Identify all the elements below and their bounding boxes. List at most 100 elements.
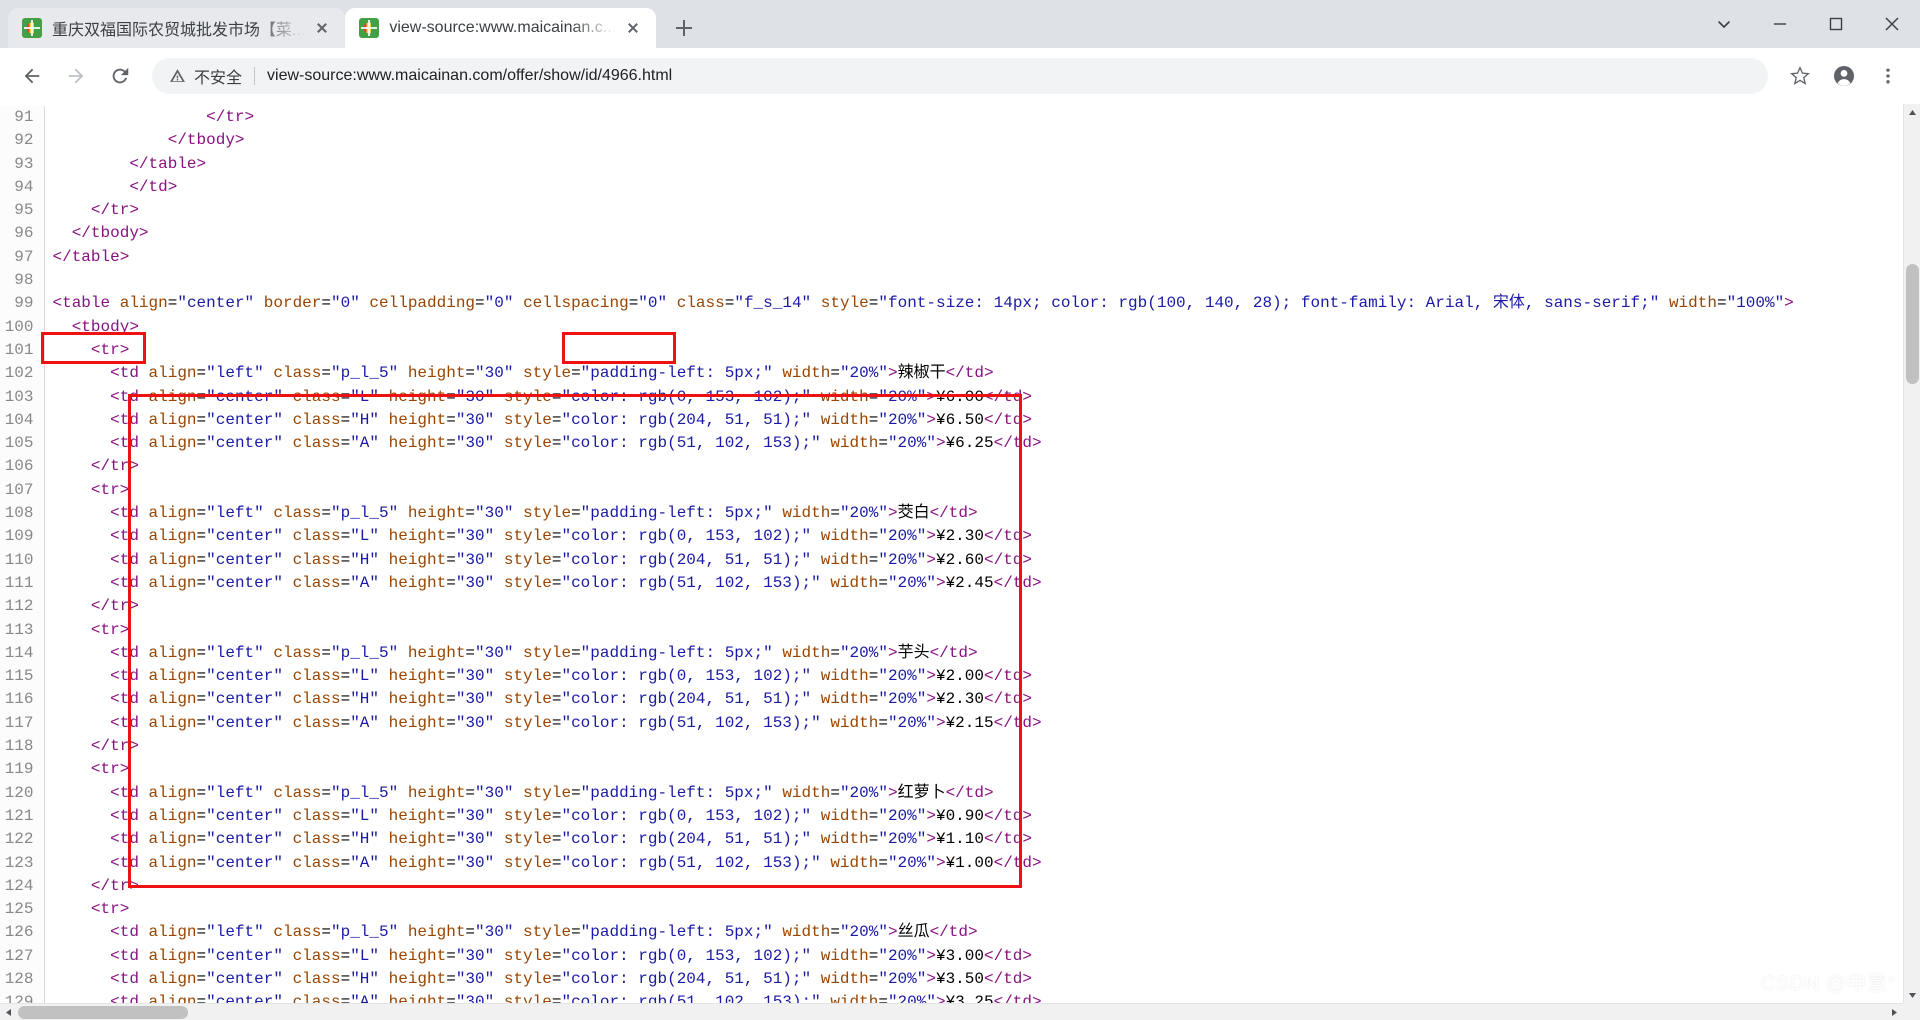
code-token-tx: =: [196, 504, 207, 523]
line-content[interactable]: <td align="center" class="H" height="30"…: [44, 828, 1794, 851]
line-content[interactable]: </table>: [44, 246, 1794, 269]
line-content[interactable]: <td align="center" class="L" height="30"…: [44, 945, 1794, 968]
code-token-at: height: [388, 667, 447, 686]
code-token-at: align: [148, 713, 197, 732]
code-token-at: width: [830, 434, 879, 453]
minimize-icon[interactable]: [1752, 0, 1808, 48]
line-content[interactable]: <td align="left" class="p_l_5" height="3…: [44, 782, 1794, 805]
url-text[interactable]: view-source:www.maicainan.com/offer/show…: [267, 67, 672, 85]
line-content[interactable]: <tr>: [44, 339, 1794, 362]
code-token-tx: [53, 690, 111, 708]
line-content[interactable]: </tr>: [44, 595, 1794, 618]
horizontal-scroll-thumb[interactable]: [18, 1006, 188, 1019]
line-content[interactable]: [44, 269, 1794, 292]
code-token-tg: >: [935, 713, 946, 732]
line-number: 106: [0, 455, 45, 479]
line-content[interactable]: <td align="center" class="H" height="30"…: [44, 549, 1794, 572]
line-content[interactable]: </table>: [44, 153, 1794, 176]
line-content[interactable]: <td align="center" class="A" height="30"…: [44, 432, 1794, 455]
browser-tab-1[interactable]: 重庆双福国际农贸城批发市场【菜...: [8, 8, 346, 48]
code-token-at: align: [148, 830, 197, 849]
scroll-right-arrow-icon[interactable]: [1886, 1004, 1903, 1020]
code-token-av: "30": [475, 783, 514, 802]
line-content[interactable]: <table align="center" border="0" cellpad…: [44, 292, 1794, 315]
line-content[interactable]: <tbody>: [44, 316, 1794, 339]
code-token-tx: =: [340, 550, 351, 569]
code-token-av: "30": [455, 690, 495, 709]
line-content[interactable]: <tr>: [44, 619, 1794, 642]
line-content[interactable]: <td align="left" class="p_l_5" height="3…: [44, 642, 1794, 665]
line-number: 122: [0, 828, 45, 852]
line-content[interactable]: </tbody>: [44, 129, 1794, 152]
line-content[interactable]: <td align="center" class="L" height="30"…: [44, 805, 1794, 828]
forward-arrow-icon[interactable]: [56, 56, 96, 96]
line-content[interactable]: </tr>: [44, 875, 1794, 898]
line-content[interactable]: </tr>: [44, 106, 1794, 129]
maximize-icon[interactable]: [1808, 0, 1864, 48]
site-favicon-icon: [359, 18, 380, 38]
code-token-av: "H": [350, 690, 379, 709]
line-content[interactable]: <td align="center" class="L" height="30"…: [44, 525, 1794, 548]
line-content[interactable]: <td align="center" class="H" height="30"…: [44, 688, 1794, 711]
profile-icon[interactable]: [1824, 56, 1864, 96]
code-token-tg: <td: [110, 434, 149, 453]
browser-tab-2[interactable]: view-source:www.maicainan.c...: [345, 8, 657, 48]
line-content[interactable]: </tr>: [44, 455, 1794, 478]
code-token-av: "30": [455, 387, 495, 406]
line-content[interactable]: <tr>: [44, 758, 1794, 781]
code-token-tg: </td>: [983, 946, 1032, 965]
vertical-scrollbar[interactable]: [1903, 104, 1920, 1004]
line-content[interactable]: <td align="center" class="A" height="30"…: [44, 991, 1794, 1003]
line-content[interactable]: <td align="center" class="A" height="30"…: [44, 572, 1794, 595]
vertical-scroll-thumb[interactable]: [1906, 264, 1919, 384]
line-content[interactable]: <tr>: [44, 898, 1794, 921]
code-token-av: "center": [206, 527, 283, 546]
scroll-left-arrow-icon[interactable]: [0, 1004, 17, 1020]
address-bar[interactable]: 不安全 view-source:www.maicainan.com/offer/…: [152, 57, 1768, 94]
browser-toolbar: 不安全 view-source:www.maicainan.com/offer/…: [0, 48, 1920, 104]
scroll-up-arrow-icon[interactable]: [1904, 104, 1920, 121]
code-token-av: "30": [475, 364, 514, 383]
scroll-down-arrow-icon[interactable]: [1904, 987, 1920, 1004]
line-content[interactable]: </tr>: [44, 735, 1794, 758]
line-content[interactable]: <td align="left" class="p_l_5" height="3…: [44, 362, 1794, 385]
line-content[interactable]: <td align="center" class="H" height="30"…: [44, 968, 1794, 991]
back-arrow-icon[interactable]: [12, 56, 52, 96]
tab-search-chevron-down-icon[interactable]: [1696, 0, 1752, 48]
code-token-at: height: [388, 806, 447, 825]
code-token-at: style: [503, 853, 552, 872]
view-source-page: 91 </tr> 92 </tbody> 93 </table> 94 </td> 95…: [0, 104, 1920, 1020]
code-token-av: "20%": [878, 946, 927, 965]
line-content[interactable]: </tr>: [44, 199, 1794, 222]
code-token-tx: =: [196, 830, 207, 849]
code-token-tx: [513, 784, 523, 802]
code-token-av: "0": [330, 294, 360, 313]
source-code-area[interactable]: 91 </tr> 92 </tbody> 93 </table> 94 </td> 95…: [0, 104, 1903, 1003]
horizontal-scrollbar[interactable]: [0, 1003, 1903, 1020]
line-content[interactable]: <td align="left" class="p_l_5" height="3…: [44, 921, 1794, 944]
line-content[interactable]: <td align="center" class="L" height="30"…: [44, 386, 1794, 409]
code-token-at: class: [273, 783, 322, 802]
kebab-menu-icon[interactable]: [1868, 56, 1908, 96]
line-content[interactable]: <td align="center" class="A" height="30"…: [44, 712, 1794, 735]
line-content[interactable]: <td align="left" class="p_l_5" height="3…: [44, 502, 1794, 525]
star-icon[interactable]: [1780, 56, 1820, 96]
code-token-at: class: [273, 504, 322, 523]
code-token-at: height: [388, 690, 447, 709]
close-tab-icon[interactable]: [311, 17, 333, 39]
code-token-av: "color: rgb(0, 153, 102);": [561, 527, 812, 546]
code-token-tg: <tr>: [90, 900, 130, 919]
reload-icon[interactable]: [100, 56, 140, 96]
line-content[interactable]: <td align="center" class="A" height="30"…: [44, 852, 1794, 875]
close-icon[interactable]: [1864, 0, 1920, 48]
new-tab-button[interactable]: [666, 10, 702, 46]
close-tab-icon[interactable]: [622, 17, 644, 39]
source-line: 98: [0, 269, 1794, 293]
code-token-tg: <td: [110, 573, 149, 592]
line-content[interactable]: </tbody>: [44, 222, 1794, 245]
line-content[interactable]: </td>: [44, 176, 1794, 199]
line-content[interactable]: <td align="center" class="H" height="30"…: [44, 409, 1794, 432]
line-content[interactable]: <tr>: [44, 479, 1794, 502]
line-content[interactable]: <td align="center" class="L" height="30"…: [44, 665, 1794, 688]
code-token-tg: >: [935, 434, 946, 453]
